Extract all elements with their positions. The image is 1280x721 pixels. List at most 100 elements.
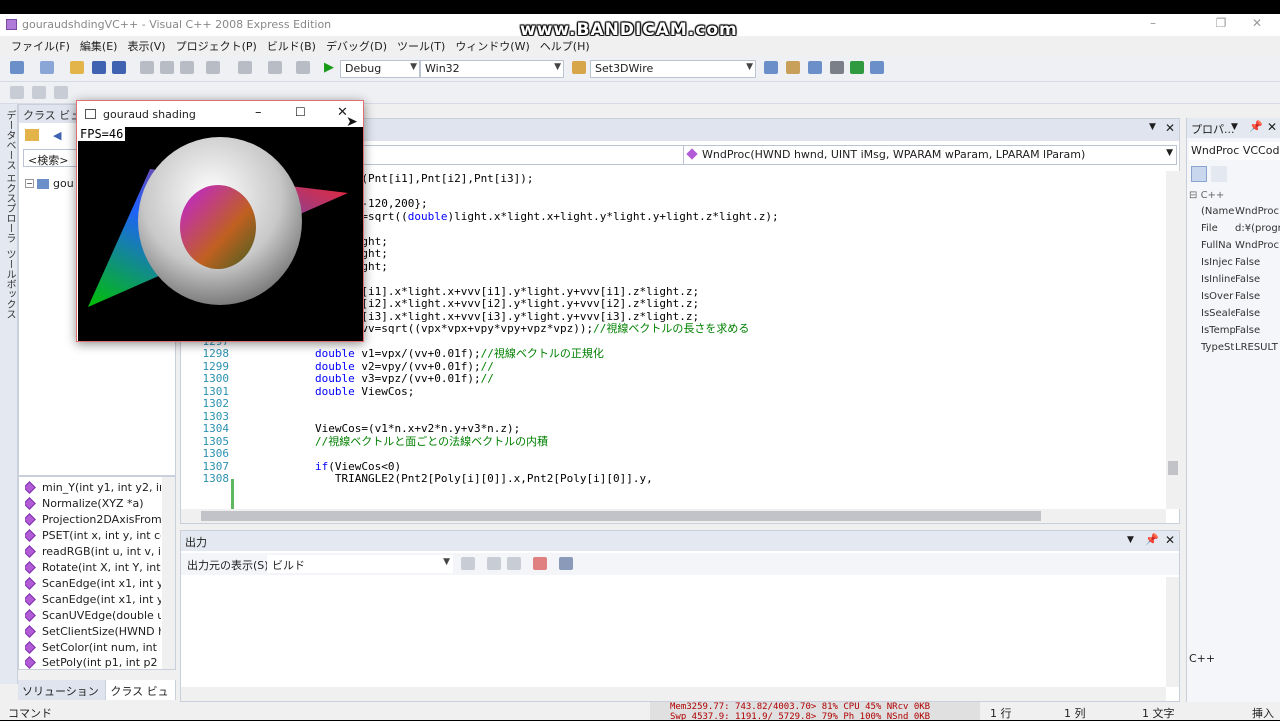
scroll-thumb[interactable] [1168, 461, 1178, 475]
property-row[interactable]: File d:¥(progr [1201, 223, 1280, 240]
class-view-icon[interactable] [870, 61, 884, 74]
property-row[interactable]: (Name WndProc [1201, 206, 1280, 223]
object-browser-icon[interactable] [808, 61, 822, 74]
tab-class-view[interactable]: クラス ビュー [106, 680, 176, 714]
save-all-icon[interactable] [112, 61, 126, 74]
editor-horizontal-scrollbar[interactable] [181, 509, 1166, 523]
property-row[interactable]: IsSeale False [1201, 308, 1280, 325]
word-wrap-icon[interactable] [559, 557, 573, 570]
copy-icon[interactable] [160, 61, 174, 74]
list-item[interactable]: Normalize(XYZ *a) [25, 495, 161, 511]
list-item[interactable]: min_Y(int y1, int y2, in [25, 479, 161, 495]
code-token: )light.x*light.x+light.y*light.y+light.z… [447, 209, 779, 223]
collapse-icon[interactable]: − [25, 179, 34, 188]
back-arrow-icon[interactable]: ◀ [53, 129, 61, 142]
scroll-thumb[interactable] [201, 511, 1041, 521]
pin-icon[interactable]: 📌 [1145, 533, 1159, 546]
menu-window[interactable]: ウィンドウ(W) [450, 38, 534, 54]
minimize-icon[interactable]: – [1130, 16, 1176, 30]
property-row[interactable]: IsInjec False [1201, 257, 1280, 274]
toolbar-button-icon[interactable] [32, 86, 46, 99]
properties-object-select[interactable]: WndProc VCCod [1189, 142, 1280, 160]
menu-edit[interactable]: 編集(E) [75, 38, 123, 54]
alphabetical-icon[interactable] [1211, 166, 1227, 182]
list-item[interactable]: Rotate(int X, int Y, int [25, 559, 161, 575]
maximize-icon[interactable]: ☐ [295, 105, 306, 119]
solution-explorer-icon[interactable] [764, 61, 778, 74]
platform-select[interactable]: Win32 ▼ [420, 60, 564, 78]
menu-help[interactable]: ヘルプ(H) [535, 38, 595, 54]
menu-file[interactable]: ファイル(F) [6, 38, 75, 54]
start-debug-icon[interactable]: ▶ [324, 60, 334, 75]
save-icon[interactable] [92, 61, 106, 74]
members-scrollbar[interactable] [162, 477, 175, 669]
paste-icon[interactable] [180, 61, 194, 74]
tab-list-icon[interactable]: ▼ [1149, 122, 1156, 132]
close-icon[interactable]: ✕ [1165, 533, 1175, 547]
pin-icon[interactable]: 📌 [1249, 120, 1263, 133]
redo-icon[interactable] [238, 61, 252, 74]
line-number: 1300 [202, 372, 230, 385]
open-file-icon[interactable] [70, 61, 84, 74]
function-scope-select[interactable]: WndProc(HWND hwnd, UINT iMsg, WPARAM wPa… [683, 145, 1177, 165]
find-combo[interactable]: Set3DWire ▼ [590, 60, 756, 78]
output-text[interactable] [181, 577, 1166, 689]
next-message-icon[interactable] [507, 557, 521, 570]
list-item[interactable]: SetPoly(int p1, int p2 [25, 655, 161, 669]
list-item[interactable]: ScanUVEdge(double u [25, 607, 161, 623]
properties-icon[interactable] [786, 61, 800, 74]
menu-build[interactable]: ビルド(B) [262, 38, 321, 54]
cut-icon[interactable] [140, 61, 154, 74]
list-item[interactable]: SetClientSize(HWND h [25, 623, 161, 639]
previous-message-icon[interactable] [487, 557, 501, 570]
new-project-icon[interactable] [10, 61, 24, 74]
tab-solution-explorer[interactable]: ソリューション ... [18, 680, 107, 712]
go-to-line-icon[interactable] [461, 557, 475, 570]
window-position-icon[interactable]: ▼ [1127, 535, 1134, 545]
list-item[interactable]: SetColor(int num, int r [25, 639, 161, 655]
find-in-files-icon[interactable] [572, 61, 586, 74]
add-item-icon[interactable] [40, 61, 54, 74]
side-tab-database-explorer[interactable]: データベース エクスプローラ [2, 110, 17, 243]
navigate-back-icon[interactable] [268, 61, 282, 74]
close-document-icon[interactable]: ✕ [1165, 121, 1175, 135]
navigate-forward-icon[interactable] [296, 61, 310, 74]
property-value: False [1235, 308, 1261, 319]
property-row[interactable]: TypeSt LRESULT [1201, 342, 1280, 359]
toolbox-icon[interactable] [830, 61, 844, 74]
property-row[interactable]: IsOver False [1201, 291, 1280, 308]
property-row[interactable]: IsTemp False [1201, 325, 1280, 342]
menu-debug[interactable]: デバッグ(D) [321, 38, 392, 54]
close-icon[interactable]: ✕ [1267, 120, 1277, 134]
editor-vertical-scrollbar[interactable] [1166, 171, 1180, 509]
toolbar-button-icon[interactable] [54, 86, 68, 99]
menu-view[interactable]: 表示(V) [122, 38, 170, 54]
close-icon[interactable]: ✕ [1234, 16, 1280, 30]
solution-config-select[interactable]: Debug ▼ [340, 60, 420, 78]
render-canvas[interactable]: FPS=46 [78, 127, 363, 341]
menu-project[interactable]: プロジェクト(P) [171, 38, 262, 54]
side-tab-toolbox[interactable]: ツールボックス [2, 249, 17, 319]
categorized-icon[interactable] [1191, 166, 1207, 182]
gouraud-shading-window[interactable]: gouraud shading – ☐ ✕ FPS=46 [76, 100, 364, 342]
menu-tools[interactable]: ツール(T) [392, 38, 450, 54]
toolbar-button-icon[interactable] [10, 86, 24, 99]
folder-icon[interactable] [25, 129, 39, 141]
output-source-select[interactable]: ビルド ▼ [267, 555, 453, 573]
clear-all-icon[interactable] [533, 557, 547, 570]
start-page-icon[interactable] [850, 61, 864, 74]
property-row[interactable]: IsInline False [1201, 274, 1280, 291]
undo-icon[interactable] [206, 61, 220, 74]
output-vertical-scrollbar[interactable] [1166, 577, 1179, 687]
list-item[interactable]: Projection2DAxisFrom [25, 511, 161, 527]
list-item[interactable]: PSET(int x, int y, int cc [25, 527, 161, 543]
list-item[interactable]: ScanEdge(int x1, int y [25, 575, 161, 591]
output-horizontal-scrollbar[interactable] [181, 687, 1166, 701]
class-view-root-node[interactable]: − gou [25, 177, 74, 190]
list-item[interactable]: readRGB(int u, int v, ir [25, 543, 161, 559]
minimize-icon[interactable]: – [255, 105, 262, 120]
property-row[interactable]: FullNa WndProc [1201, 240, 1280, 257]
list-item[interactable]: ScanEdge(int x1, int y [25, 591, 161, 607]
window-position-icon[interactable]: ▼ [1231, 122, 1238, 132]
project-icon [37, 178, 49, 189]
